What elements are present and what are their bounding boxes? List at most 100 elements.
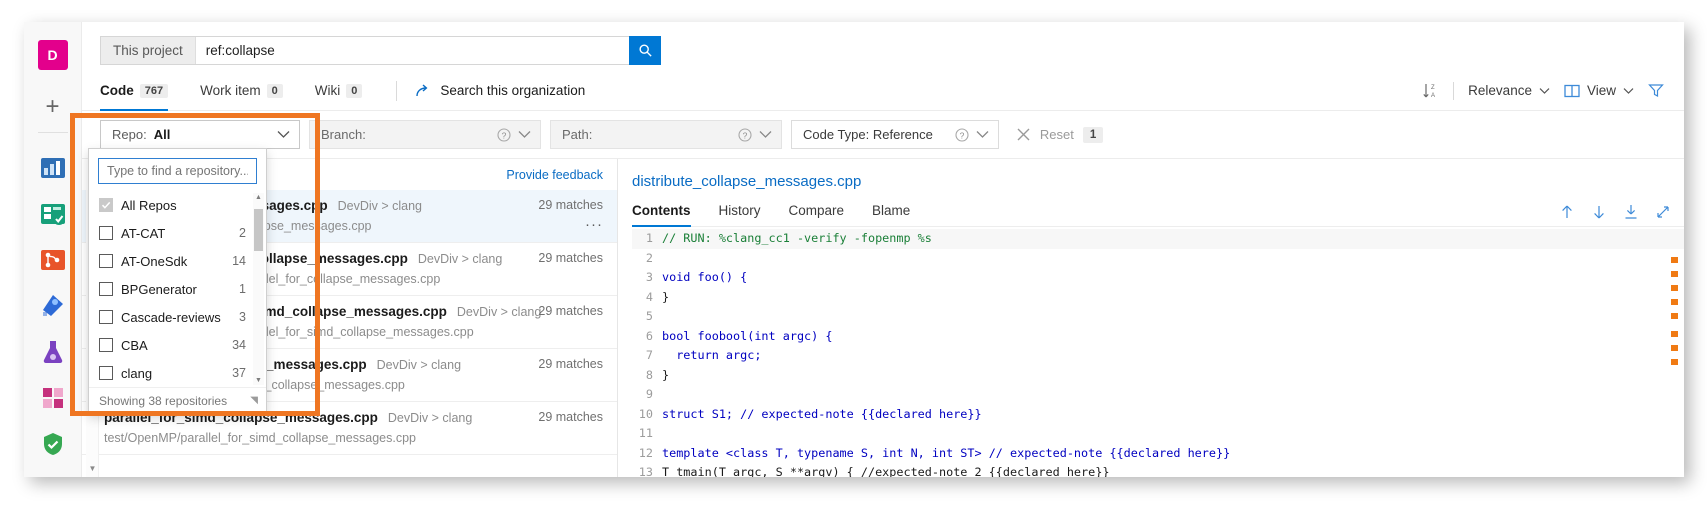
repo-filter-dropdown[interactable]: Repo: All: [100, 120, 300, 149]
repo-search-input[interactable]: [99, 164, 256, 178]
chevron-down-icon: [277, 130, 290, 139]
repo-option-label: BPGenerator: [121, 282, 231, 297]
fullscreen-icon[interactable]: [1656, 204, 1670, 220]
search-input[interactable]: [196, 37, 629, 64]
artifacts-icon[interactable]: [38, 383, 68, 413]
line-text: }: [662, 366, 669, 386]
result-repo: DevDiv > clang: [418, 252, 502, 266]
create-new-button[interactable]: +: [36, 90, 70, 124]
toolbar-divider-1: [1453, 82, 1454, 100]
scroll-down-arrow[interactable]: ▼: [88, 464, 97, 473]
branch-filter-label: Branch:: [321, 127, 366, 142]
search-organization-link[interactable]: Search this organization: [415, 83, 585, 99]
code-line: 13 T tmain(T argc, S **argv) { //expecte…: [632, 463, 1684, 477]
tab-wiki[interactable]: Wiki 0: [315, 71, 377, 111]
download-icon[interactable]: [1624, 204, 1638, 220]
path-filter-dropdown[interactable]: Path: ?: [550, 120, 782, 149]
viewer-file-title[interactable]: distribute_collapse_messages.cpp: [632, 159, 1684, 190]
tab-code-count: 767: [140, 84, 168, 98]
checkbox-icon[interactable]: [99, 338, 113, 352]
tabs-divider: [396, 81, 397, 101]
search-organization-label: Search this organization: [440, 83, 585, 98]
pipelines-icon[interactable]: [38, 291, 68, 321]
line-text: return argc;: [662, 346, 761, 366]
line-text: struct S1; // expected-note {{declared h…: [662, 405, 982, 425]
arrow-down-icon[interactable]: [1592, 204, 1606, 220]
repo-option-all[interactable]: All Repos: [89, 191, 266, 219]
view-dropdown[interactable]: View: [1564, 83, 1634, 98]
arrow-up-icon[interactable]: [1560, 204, 1574, 220]
overview-icon[interactable]: [38, 153, 68, 183]
code-line: 5: [632, 307, 1684, 327]
repo-scroll-thumb[interactable]: [254, 209, 263, 251]
search-scope[interactable]: This project: [101, 37, 196, 64]
tab-work-item[interactable]: Work item 0: [200, 71, 297, 111]
help-circle-icon: ?: [497, 128, 511, 142]
repo-count-label: Showing 38 repositories: [99, 394, 227, 408]
repo-scroll-down-arrow[interactable]: ▼: [254, 377, 263, 384]
repo-option[interactable]: CBA 34: [89, 331, 266, 359]
viewer-actions: [1560, 204, 1670, 226]
checkbox-icon[interactable]: [99, 282, 113, 296]
repo-option[interactable]: AT-CAT 2: [89, 219, 266, 247]
search-icon: [638, 43, 653, 58]
repo-list-footer: Showing 38 repositories ◥: [89, 387, 266, 413]
search-submit-button[interactable]: [629, 36, 661, 65]
search-box: This project: [100, 36, 630, 65]
checkbox-icon[interactable]: [99, 310, 113, 324]
line-text: void foo() {: [662, 268, 747, 288]
result-match-count: 29 matches: [538, 251, 603, 265]
line-number: 3: [632, 268, 662, 288]
repo-option[interactable]: AT-OneSdk 14: [89, 247, 266, 275]
result-path: test/OpenMP/parallel_for_simd_collapse_m…: [104, 431, 528, 445]
checkbox-icon[interactable]: [99, 254, 113, 268]
repo-option-label: AT-OneSdk: [121, 254, 224, 269]
filter-button[interactable]: [1648, 83, 1664, 98]
repo-option[interactable]: clang 37: [89, 359, 266, 387]
provide-feedback-link[interactable]: Provide feedback: [506, 168, 603, 182]
results-toolbar: Z A Relevance View: [1423, 82, 1668, 100]
repo-option-count: 37: [232, 366, 246, 380]
checkbox-icon[interactable]: [99, 366, 113, 380]
repo-scroll-up-arrow[interactable]: ▲: [254, 194, 263, 201]
line-number: 2: [632, 249, 662, 269]
reset-count-badge: 1: [1083, 127, 1103, 143]
tab-contents[interactable]: Contents: [632, 203, 691, 226]
line-number: 8: [632, 366, 662, 386]
repos-icon[interactable]: [38, 245, 68, 275]
org-avatar[interactable]: D: [38, 40, 68, 70]
tab-work-item-label: Work item: [200, 83, 261, 98]
result-more-actions-button[interactable]: ···: [538, 216, 603, 233]
view-label: View: [1587, 83, 1616, 98]
sort-az-icon: Z A: [1423, 82, 1439, 100]
line-text: // RUN: %clang_cc1 -verify -fopenmp %s: [662, 229, 932, 249]
repo-option[interactable]: Cascade-reviews 3: [89, 303, 266, 331]
boards-icon[interactable]: [38, 199, 68, 229]
screenshot-root: D +: [0, 0, 1707, 530]
security-icon[interactable]: [38, 429, 68, 459]
resize-grip-icon[interactable]: ◥: [250, 396, 258, 406]
sort-by-dropdown[interactable]: Relevance: [1468, 83, 1550, 98]
tab-compare[interactable]: Compare: [789, 203, 845, 226]
repo-option-label: All Repos: [121, 198, 238, 213]
code-type-filter-dropdown[interactable]: Code Type: Reference ?: [791, 120, 999, 149]
repo-list-scrollbar[interactable]: ▲ ▼: [253, 193, 264, 385]
line-number: 5: [632, 307, 662, 327]
checkbox-icon[interactable]: [99, 226, 113, 240]
branch-filter-dropdown[interactable]: Branch: ?: [309, 120, 541, 149]
repo-option[interactable]: BPGenerator 1: [89, 275, 266, 303]
code-minimap[interactable]: [1671, 219, 1678, 477]
svg-text:Z: Z: [1431, 85, 1435, 91]
test-plans-icon[interactable]: [38, 337, 68, 367]
line-number: 1: [632, 229, 662, 249]
repo-search-field[interactable]: [98, 158, 257, 184]
result-repo: DevDiv > clang: [388, 411, 472, 425]
chevron-down-icon: [759, 130, 772, 139]
tab-code[interactable]: Code 767: [100, 71, 182, 111]
line-number: 11: [632, 424, 662, 444]
result-repo: DevDiv > clang: [338, 199, 422, 213]
reset-filters-button[interactable]: Reset 1: [1016, 127, 1103, 143]
tab-history[interactable]: History: [719, 203, 761, 226]
tab-blame[interactable]: Blame: [872, 203, 910, 226]
sort-direction-button[interactable]: Z A: [1423, 82, 1439, 100]
